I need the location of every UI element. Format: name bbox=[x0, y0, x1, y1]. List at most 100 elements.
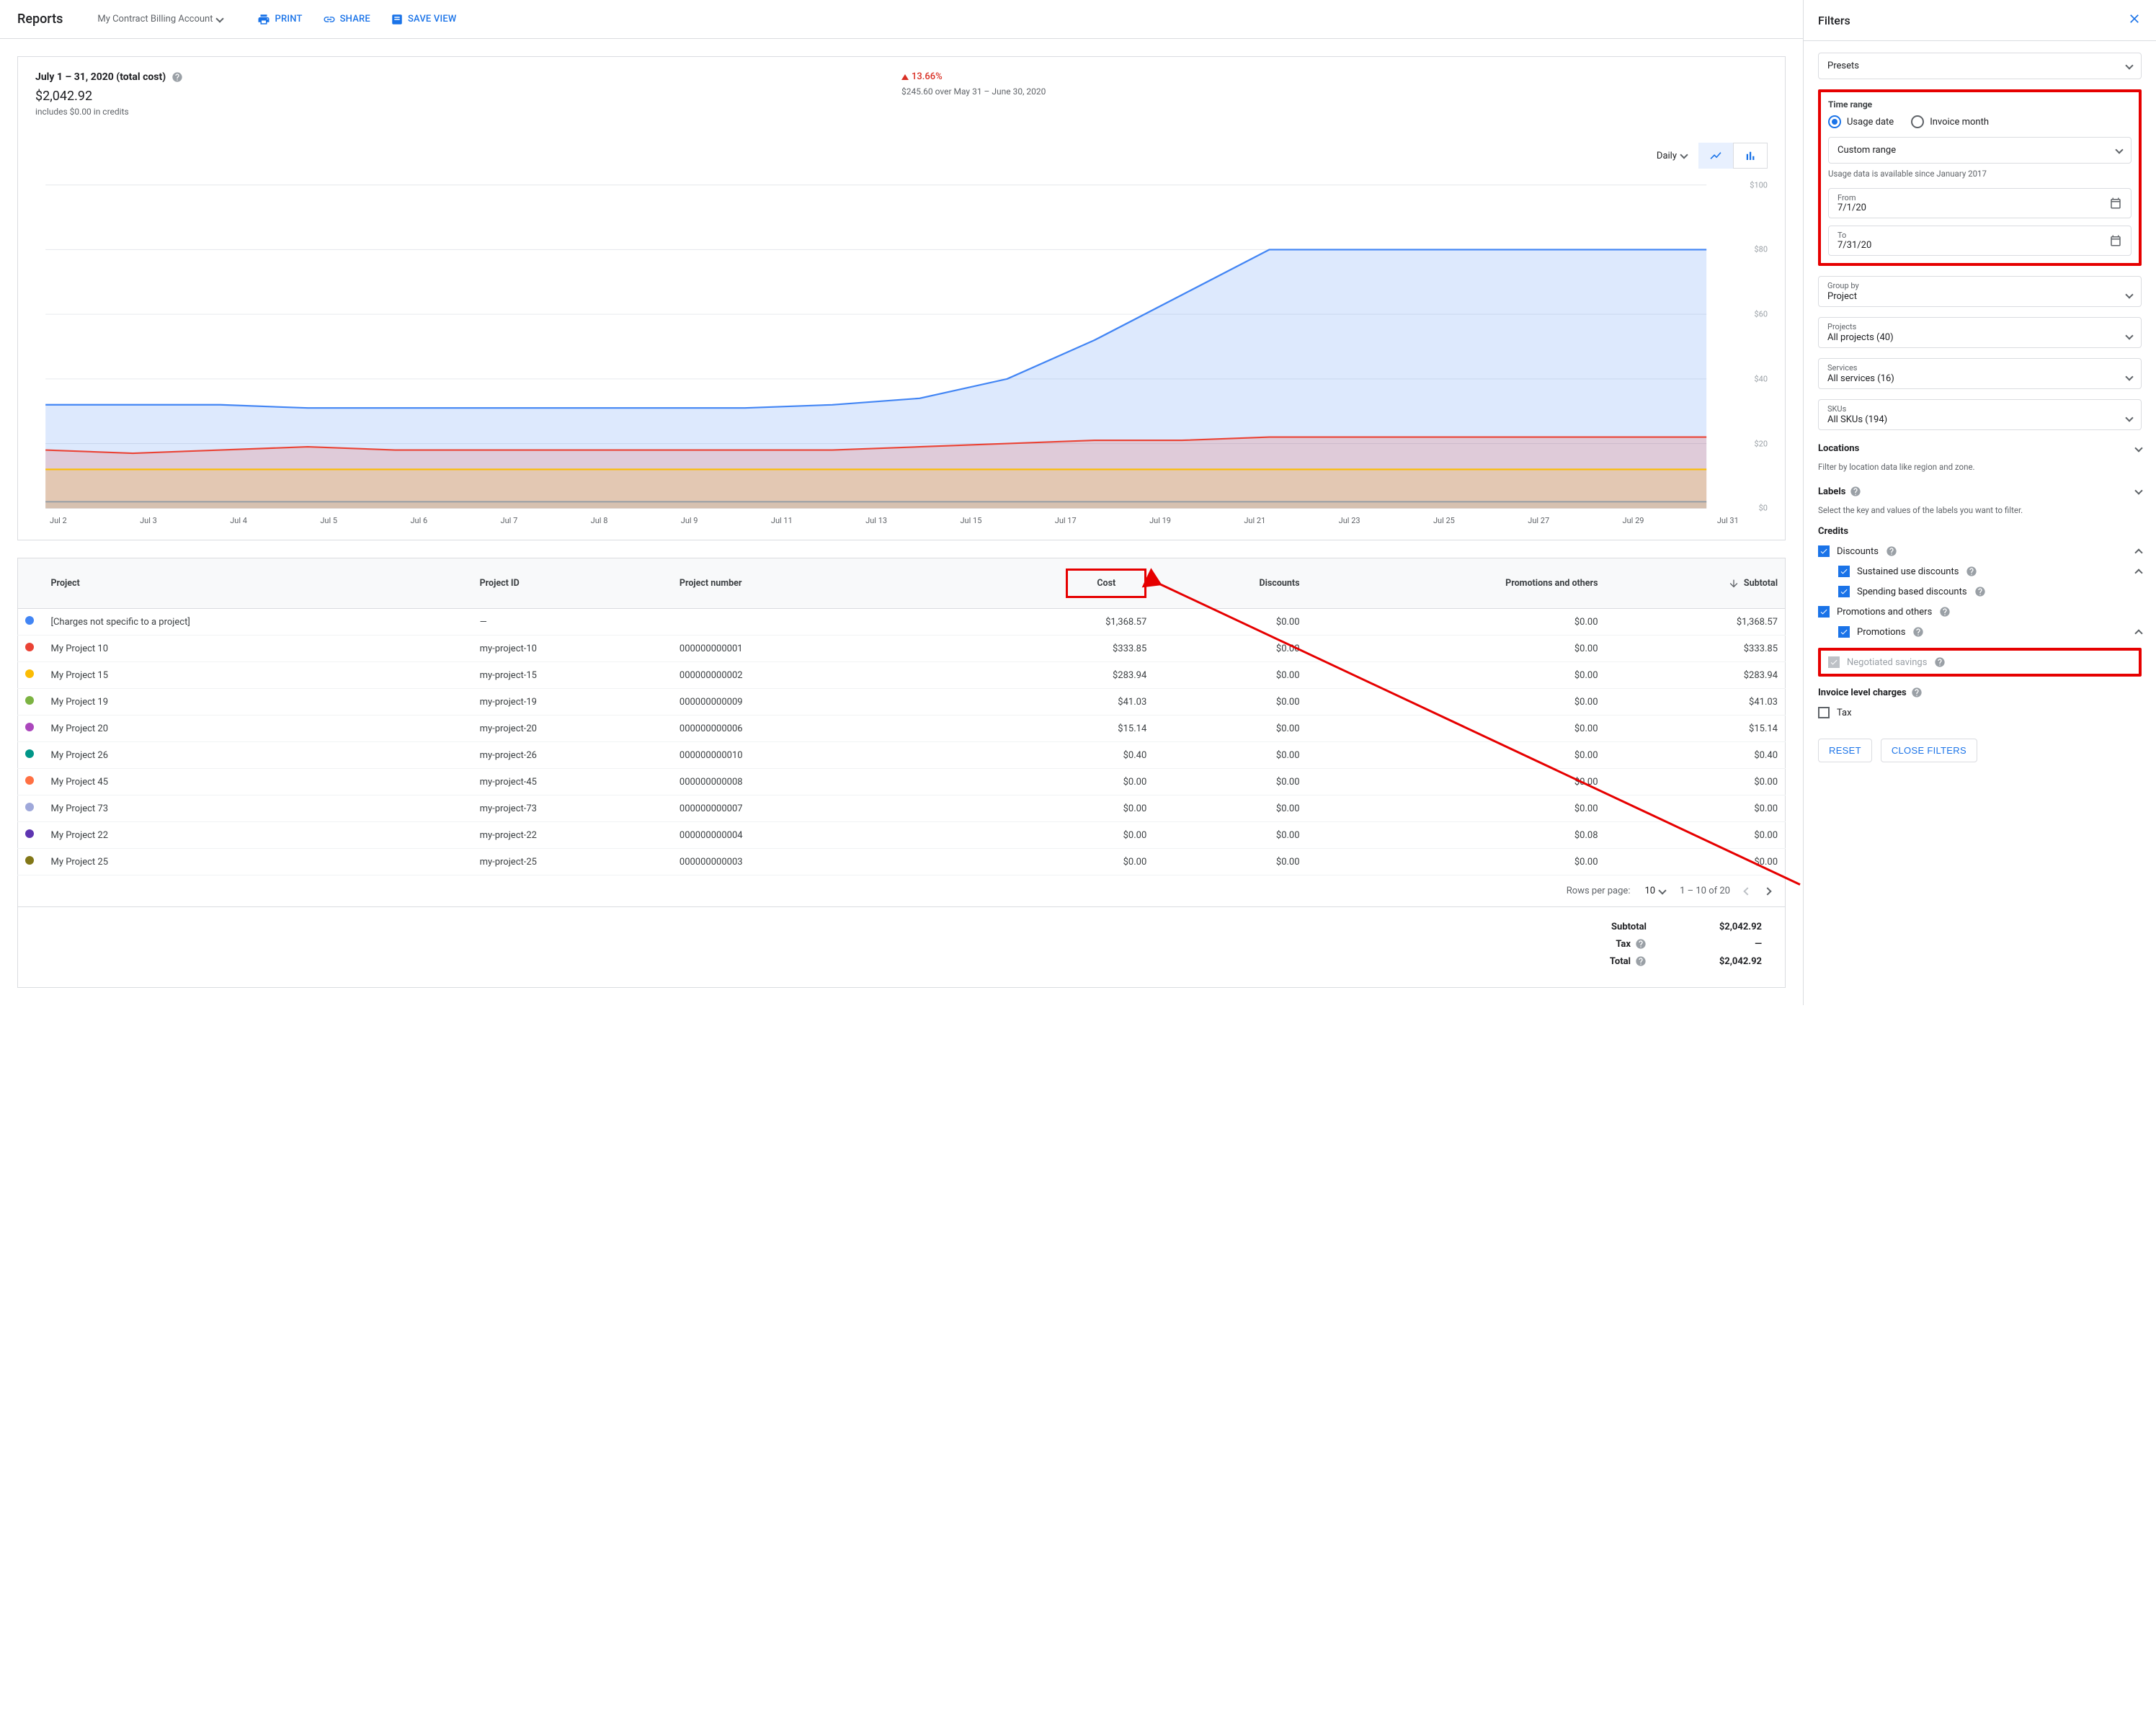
table-row[interactable]: [Charges not specific to a project] — $1… bbox=[18, 609, 1786, 636]
help-icon[interactable] bbox=[1635, 955, 1647, 967]
range-preset-select[interactable]: Custom range bbox=[1828, 137, 2132, 164]
close-icon bbox=[2127, 12, 2142, 26]
cell-promotions: $0.00 bbox=[1307, 716, 1605, 742]
chevron-up-icon[interactable] bbox=[2134, 548, 2142, 556]
chevron-up-icon[interactable] bbox=[2134, 569, 2142, 576]
save-view-button[interactable]: SAVE VIEW bbox=[391, 13, 457, 26]
col-project[interactable]: Project bbox=[44, 558, 473, 609]
top-toolbar: Reports My Contract Billing Account PRIN… bbox=[0, 0, 1803, 39]
cell-cost: $0.00 bbox=[888, 795, 1154, 822]
table-row[interactable]: My Project 45 my-project-45 000000000008… bbox=[18, 769, 1786, 795]
color-swatch bbox=[25, 696, 34, 705]
skus-select[interactable]: SKUs All SKUs (194) bbox=[1818, 399, 2142, 430]
table-row[interactable]: My Project 10 my-project-10 000000000001… bbox=[18, 636, 1786, 662]
help-icon[interactable] bbox=[172, 71, 183, 83]
line-chart-icon bbox=[1709, 149, 1722, 162]
print-icon bbox=[257, 13, 270, 26]
cell-project: [Charges not specific to a project] bbox=[44, 609, 473, 636]
help-icon[interactable] bbox=[1912, 626, 1924, 638]
chevron-up-icon[interactable] bbox=[2134, 629, 2142, 637]
sustained-checkbox[interactable] bbox=[1838, 566, 1850, 577]
x-tick: Jul 27 bbox=[1528, 516, 1549, 525]
cell-discounts: $0.00 bbox=[1154, 662, 1306, 689]
bar-chart-toggle[interactable] bbox=[1733, 143, 1768, 169]
prev-page-button[interactable] bbox=[1745, 888, 1750, 894]
help-icon[interactable] bbox=[1635, 938, 1647, 950]
x-tick: Jul 25 bbox=[1433, 516, 1455, 525]
x-tick: Jul 13 bbox=[865, 516, 887, 525]
close-filters-x[interactable] bbox=[2127, 12, 2142, 29]
cell-project-number: 000000000001 bbox=[672, 636, 888, 662]
help-icon[interactable] bbox=[1939, 606, 1951, 618]
discounts-checkbox[interactable] bbox=[1818, 545, 1830, 557]
help-icon[interactable] bbox=[1911, 687, 1923, 698]
x-tick: Jul 23 bbox=[1339, 516, 1360, 525]
invoice-month-radio[interactable]: Invoice month bbox=[1911, 115, 1989, 128]
cell-project: My Project 10 bbox=[44, 636, 473, 662]
table-row[interactable]: My Project 26 my-project-26 000000000010… bbox=[18, 742, 1786, 769]
help-icon[interactable] bbox=[1886, 545, 1897, 557]
group-by-select[interactable]: Group by Project bbox=[1818, 276, 2142, 307]
projects-select[interactable]: Projects All projects (40) bbox=[1818, 317, 2142, 348]
spending-checkbox[interactable] bbox=[1838, 586, 1850, 597]
table-row[interactable]: My Project 15 my-project-15 000000000002… bbox=[18, 662, 1786, 689]
color-swatch bbox=[25, 669, 34, 678]
account-selector[interactable]: My Contract Billing Account bbox=[97, 14, 223, 24]
table-row[interactable]: My Project 19 my-project-19 000000000009… bbox=[18, 689, 1786, 716]
x-tick: Jul 7 bbox=[501, 516, 518, 525]
cell-project-id: my-project-73 bbox=[473, 795, 672, 822]
to-date-field[interactable]: To 7/31/20 bbox=[1828, 226, 2132, 256]
cost-chart: $100$80$60$40$20$0 bbox=[35, 177, 1768, 516]
col-cost[interactable]: Cost bbox=[888, 558, 1154, 609]
print-button[interactable]: PRINT bbox=[257, 13, 302, 26]
col-project-id[interactable]: Project ID bbox=[473, 558, 672, 609]
help-icon[interactable] bbox=[1966, 566, 1977, 577]
locations-expand[interactable]: Locations bbox=[1818, 440, 2142, 457]
col-project-number[interactable]: Project number bbox=[672, 558, 888, 609]
granularity-select[interactable]: Daily bbox=[1657, 151, 1687, 161]
rows-per-page-select[interactable]: 10 bbox=[1644, 886, 1665, 896]
table-row[interactable]: My Project 73 my-project-73 000000000007… bbox=[18, 795, 1786, 822]
x-tick: Jul 21 bbox=[1244, 516, 1265, 525]
table-row[interactable]: My Project 22 my-project-22 000000000004… bbox=[18, 822, 1786, 849]
table-row[interactable]: My Project 25 my-project-25 000000000003… bbox=[18, 849, 1786, 875]
chevron-down-icon bbox=[2115, 146, 2123, 153]
help-icon[interactable] bbox=[1934, 656, 1946, 668]
cell-project-id: my-project-22 bbox=[473, 822, 672, 849]
cell-project-id: my-project-19 bbox=[473, 689, 672, 716]
cell-subtotal: $1,368.57 bbox=[1605, 609, 1786, 636]
presets-select[interactable]: Presets bbox=[1818, 53, 2142, 79]
next-page-button[interactable] bbox=[1765, 888, 1770, 894]
invoice-charges-label: Invoice level charges bbox=[1818, 687, 1907, 698]
col-discounts[interactable]: Discounts bbox=[1154, 558, 1306, 609]
col-subtotal[interactable]: Subtotal bbox=[1605, 558, 1786, 609]
cell-discounts: $0.00 bbox=[1154, 769, 1306, 795]
close-filters-button[interactable]: CLOSE FILTERS bbox=[1881, 739, 1977, 762]
help-icon[interactable] bbox=[1850, 486, 1861, 497]
promotions-checkbox[interactable] bbox=[1838, 626, 1850, 638]
help-icon[interactable] bbox=[1974, 586, 1986, 597]
cell-cost: $15.14 bbox=[888, 716, 1154, 742]
promotions-others-checkbox[interactable] bbox=[1818, 606, 1830, 618]
table-row[interactable]: My Project 20 my-project-20 000000000006… bbox=[18, 716, 1786, 742]
col-promotions[interactable]: Promotions and others bbox=[1307, 558, 1605, 609]
arrow-down-icon bbox=[1728, 578, 1740, 589]
from-date-field[interactable]: From 7/1/20 bbox=[1828, 188, 2132, 218]
reset-button[interactable]: RESET bbox=[1818, 739, 1872, 762]
color-swatch bbox=[25, 749, 34, 758]
cell-project-number: 000000000008 bbox=[672, 769, 888, 795]
line-chart-toggle[interactable] bbox=[1698, 143, 1733, 169]
labels-expand[interactable]: Labels bbox=[1818, 483, 2142, 500]
share-button[interactable]: SHARE bbox=[323, 13, 370, 26]
cell-project-number: 000000000010 bbox=[672, 742, 888, 769]
cell-cost: $333.85 bbox=[888, 636, 1154, 662]
usage-date-radio[interactable]: Usage date bbox=[1828, 115, 1894, 128]
x-tick: Jul 17 bbox=[1055, 516, 1077, 525]
services-select[interactable]: Services All services (16) bbox=[1818, 358, 2142, 389]
availability-note: Usage data is available since January 20… bbox=[1828, 168, 2132, 179]
total-value: $2,042.92 bbox=[1675, 956, 1762, 967]
total-cost: $2,042.92 bbox=[35, 89, 901, 104]
cell-project-id: — bbox=[473, 609, 672, 636]
tax-checkbox[interactable] bbox=[1818, 707, 1830, 718]
page-range: 1 – 10 of 20 bbox=[1680, 886, 1730, 896]
